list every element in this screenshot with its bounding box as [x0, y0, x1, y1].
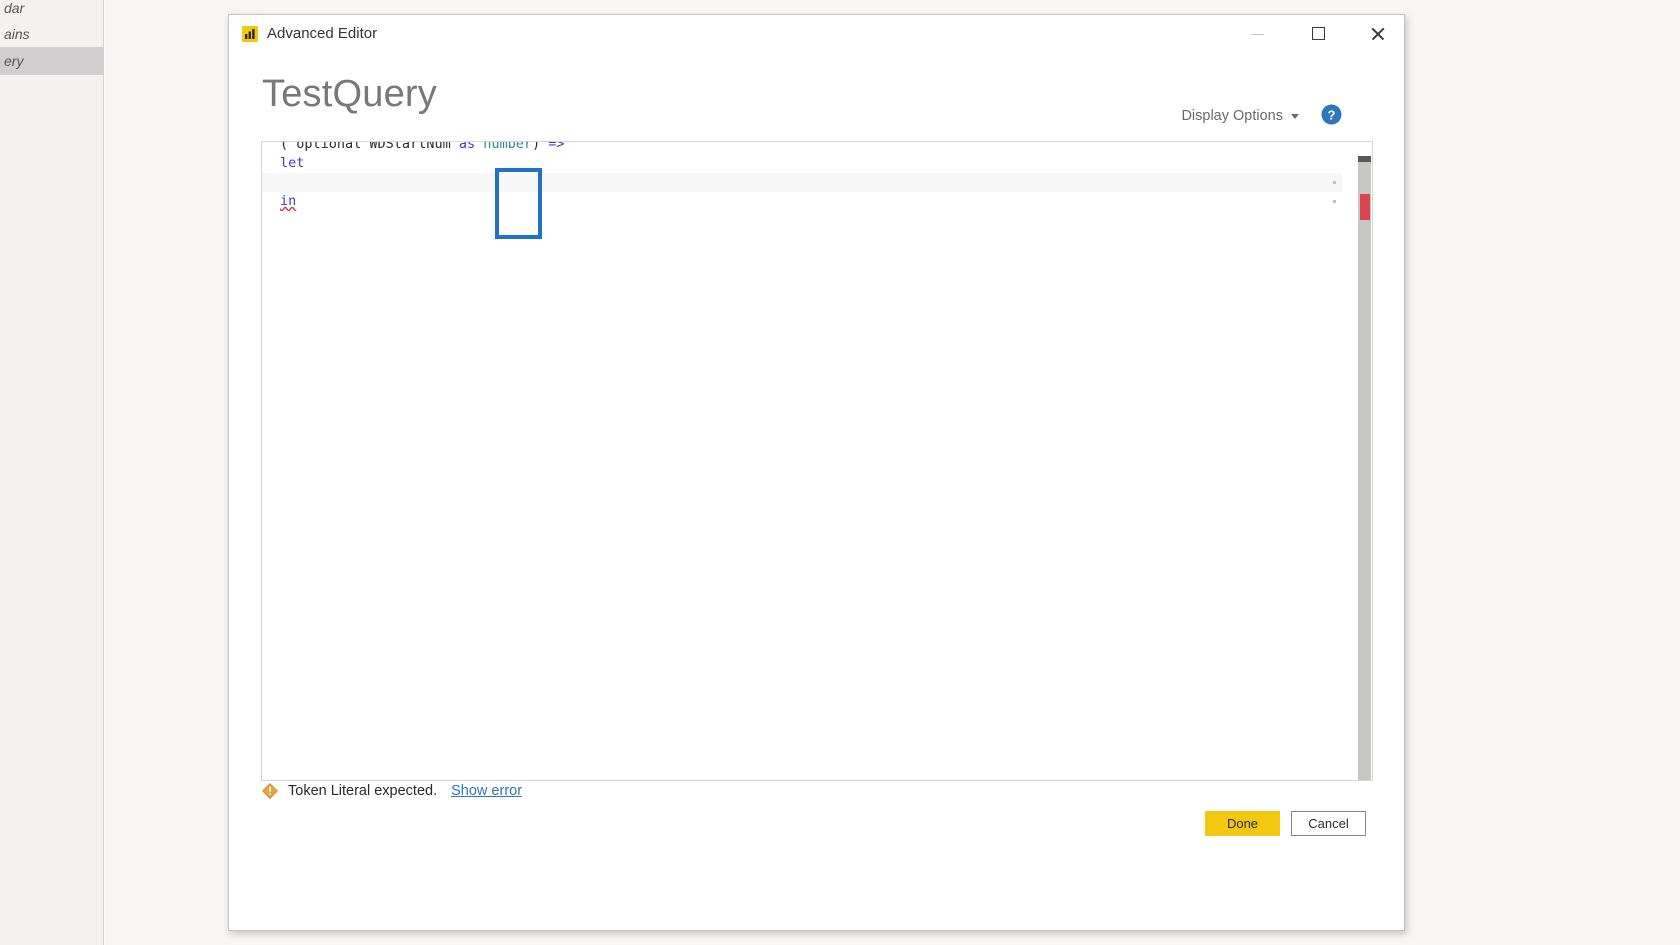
- code-token: ): [532, 141, 549, 152]
- sidebar-query-label: ains: [4, 26, 30, 42]
- editor-scrollbar-track[interactable]: [1358, 156, 1371, 780]
- close-icon: [1370, 26, 1385, 41]
- query-name-heading: TestQuery: [262, 73, 437, 115]
- help-circle-icon: ?: [1321, 104, 1342, 125]
- code-token: WDStartNum: [361, 141, 459, 152]
- code-line[interactable]: [262, 173, 1342, 192]
- minimize-icon: [1251, 34, 1264, 35]
- svg-text:?: ?: [1328, 107, 1336, 122]
- display-options-label: Display Options: [1181, 108, 1283, 124]
- sidebar-query-item-selected[interactable]: ery: [0, 47, 104, 75]
- warning-diamond-icon: [262, 783, 278, 799]
- code-token: =>: [548, 141, 565, 152]
- sidebar-query-item[interactable]: dar: [0, 0, 104, 22]
- editor-error-marker[interactable]: [1360, 194, 1370, 220]
- code-line[interactable]: let: [262, 154, 1342, 173]
- code-editor-lines[interactable]: ( optional WDStartNum as number) => let in: [262, 141, 1342, 211]
- close-button[interactable]: [1353, 15, 1402, 52]
- code-editor[interactable]: ( optional WDStartNum as number) => let in: [261, 141, 1373, 781]
- editor-scrollbar-thumb[interactable]: [1358, 156, 1371, 162]
- display-options-dropdown[interactable]: Display Options: [1181, 108, 1299, 124]
- editor-vertical-scrollbar[interactable]: [1357, 142, 1372, 780]
- maximize-icon: [1312, 27, 1325, 40]
- sidebar-query-label: ery: [4, 53, 24, 69]
- code-token: optional: [296, 141, 362, 152]
- code-token: let: [280, 155, 305, 171]
- status-message: Token Literal expected.: [288, 783, 438, 799]
- dialog-titlebar[interactable]: Advanced Editor: [229, 15, 1404, 53]
- code-line[interactable]: in: [262, 192, 1342, 211]
- code-token: in: [280, 193, 297, 209]
- sidebar-query-label: dar: [4, 0, 25, 16]
- advanced-editor-dialog: Advanced Editor TestQuery Display Option…: [228, 14, 1405, 931]
- code-token: number: [483, 141, 533, 152]
- show-error-link[interactable]: Show error: [451, 783, 522, 799]
- queries-sidebar[interactable]: dar ains ery: [0, 0, 104, 945]
- done-button[interactable]: Done: [1205, 811, 1280, 836]
- line-fold-marker: [1333, 181, 1336, 184]
- help-button[interactable]: ?: [1321, 104, 1342, 125]
- power-bi-icon: [242, 26, 258, 42]
- dialog-footer: Done Cancel: [1205, 811, 1366, 836]
- maximize-button[interactable]: [1294, 15, 1343, 52]
- minimize-button[interactable]: [1233, 15, 1282, 52]
- code-token: (: [280, 141, 297, 152]
- code-line[interactable]: ( optional WDStartNum as number) =>: [262, 141, 1342, 154]
- sidebar-query-item[interactable]: ains: [0, 20, 104, 48]
- code-token: as: [458, 141, 476, 152]
- chevron-down-icon: [1291, 113, 1299, 119]
- status-bar: Token Literal expected. Show error: [262, 783, 522, 799]
- dialog-title: Advanced Editor: [267, 25, 378, 42]
- line-fold-marker: [1333, 200, 1336, 203]
- cancel-button[interactable]: Cancel: [1291, 811, 1366, 836]
